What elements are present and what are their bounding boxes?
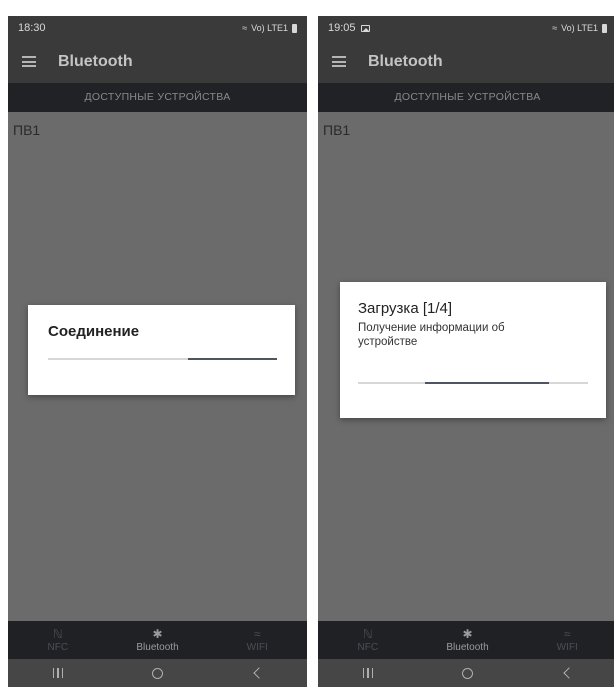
bluetooth-icon: ✱	[152, 626, 163, 641]
home-icon	[461, 667, 473, 679]
network-status-text: Vo) LTE1	[251, 23, 288, 33]
back-button[interactable]	[547, 659, 587, 687]
home-button[interactable]	[447, 659, 487, 687]
dialog-title: Загрузка [1/4]	[358, 300, 453, 317]
nfc-icon: ℕ	[363, 626, 373, 641]
progress-indicator	[187, 358, 277, 360]
bluetooth-icon: ✱	[462, 626, 473, 641]
screenshot-canvas: 18:30 ≈ Vo) LTE1 Bluetooth ДОСТУПНЫЕ УСТ…	[0, 0, 614, 687]
wifi-icon: ≈	[563, 626, 571, 641]
network-status-text: Vo) LTE1	[561, 23, 598, 33]
nav-item-nfc[interactable]: ℕ NFC	[318, 621, 418, 659]
battery-icon	[602, 23, 607, 33]
dialog-title: Соединение	[48, 323, 140, 340]
phone-screen-right: 19:05 ≈ Vo) LTE1 Bluetooth ДОСТУПНЫЕ УСТ…	[318, 16, 614, 687]
system-navigation-bar	[318, 659, 614, 687]
back-icon	[253, 667, 265, 679]
nav-label-nfc: NFC	[47, 641, 69, 653]
status-bar: 19:05 ≈ Vo) LTE1	[318, 16, 614, 40]
nav-label-bluetooth: Bluetooth	[136, 641, 179, 653]
status-time: 18:30	[18, 22, 46, 34]
progress-bar	[358, 382, 588, 384]
device-item[interactable]: ПВ1	[13, 122, 40, 138]
nav-item-bluetooth[interactable]: ✱ Bluetooth	[418, 621, 518, 659]
nav-item-wifi[interactable]: ≈ WIFI	[517, 621, 614, 659]
home-button[interactable]	[137, 659, 177, 687]
recents-icon	[362, 668, 374, 678]
home-icon	[151, 667, 163, 679]
tab-available-devices[interactable]: ДОСТУПНЫЕ УСТРОЙСТВА	[8, 83, 307, 112]
wifi-status-icon: ≈	[242, 23, 248, 33]
app-bar: Bluetooth	[318, 40, 614, 83]
progress-indicator	[424, 382, 549, 384]
hamburger-menu-icon[interactable]	[22, 56, 36, 67]
image-notification-icon	[360, 24, 370, 32]
app-title: Bluetooth	[368, 52, 443, 70]
nav-label-wifi: WIFI	[246, 641, 268, 653]
bottom-navigation: ℕ NFC ✱ Bluetooth ≈ WIFI	[8, 621, 307, 659]
app-bar: Bluetooth	[8, 40, 307, 83]
status-bar: 18:30 ≈ Vo) LTE1	[8, 16, 307, 40]
recents-button[interactable]	[38, 659, 78, 687]
hamburger-menu-icon[interactable]	[332, 56, 346, 67]
nav-item-bluetooth[interactable]: ✱ Bluetooth	[108, 621, 208, 659]
connection-dialog: Соединение	[28, 305, 295, 395]
loading-dialog: Загрузка [1/4] Получение информации об у…	[340, 282, 606, 418]
nav-label-nfc: NFC	[357, 641, 379, 653]
nav-item-nfc[interactable]: ℕ NFC	[8, 621, 108, 659]
nav-label-bluetooth: Bluetooth	[446, 641, 489, 653]
recents-button[interactable]	[348, 659, 388, 687]
back-icon	[563, 667, 575, 679]
wifi-status-icon: ≈	[552, 23, 558, 33]
phone-screen-left: 18:30 ≈ Vo) LTE1 Bluetooth ДОСТУПНЫЕ УСТ…	[8, 16, 307, 687]
wifi-icon: ≈	[253, 626, 261, 641]
battery-icon	[292, 23, 297, 33]
nav-item-wifi[interactable]: ≈ WIFI	[207, 621, 307, 659]
nfc-icon: ℕ	[53, 626, 63, 641]
progress-bar	[48, 358, 277, 360]
status-time: 19:05	[328, 22, 356, 34]
dialog-message: Получение информации об устройстве	[358, 322, 505, 348]
recents-icon	[52, 668, 64, 678]
device-item[interactable]: ПВ1	[323, 122, 350, 138]
back-button[interactable]	[237, 659, 277, 687]
system-navigation-bar	[8, 659, 307, 687]
tab-available-devices[interactable]: ДОСТУПНЫЕ УСТРОЙСТВА	[318, 83, 614, 112]
bottom-navigation: ℕ NFC ✱ Bluetooth ≈ WIFI	[318, 621, 614, 659]
nav-label-wifi: WIFI	[556, 641, 578, 653]
app-title: Bluetooth	[58, 52, 133, 70]
